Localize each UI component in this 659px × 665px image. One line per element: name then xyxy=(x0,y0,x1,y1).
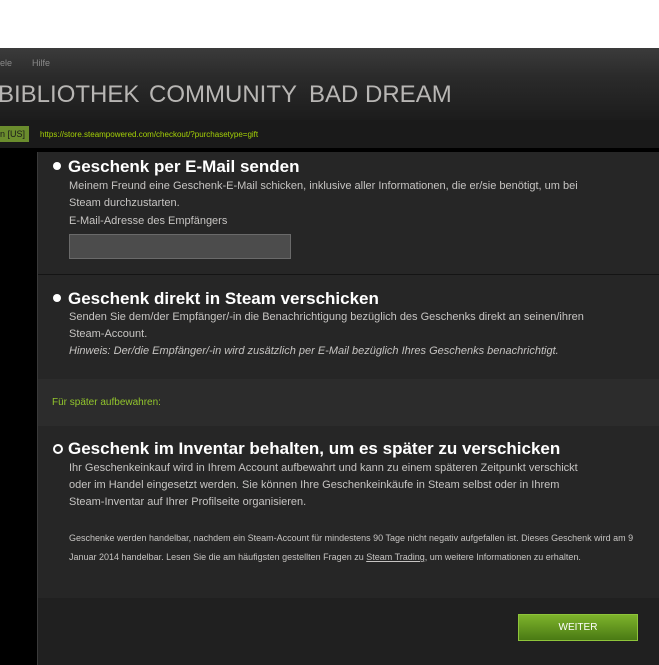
option-inventory-desc-2: oder im Handel eingesetzt werden. Sie kö… xyxy=(69,479,560,491)
nav-username[interactable]: BAD DREAM xyxy=(309,81,452,109)
steam-trading-link[interactable]: Steam Trading xyxy=(366,552,425,562)
option-inventory-desc-1: Ihr Geschenkeinkauf wird in Ihrem Accoun… xyxy=(69,462,578,474)
url-text: https://store.steampowered.com/checkout/… xyxy=(40,130,259,139)
radio-direct[interactable] xyxy=(53,294,61,302)
language-badge[interactable]: n [US] xyxy=(0,126,30,142)
option-email-section: Geschenk per E-Mail senden Meinem Freund… xyxy=(38,152,659,275)
option-direct-section: Geschenk direkt in Steam verschicken Sen… xyxy=(38,275,659,379)
footer-bar: WEITER xyxy=(38,598,659,665)
option-direct-desc-1: Senden Sie dem/der Empfänger/-in die Ben… xyxy=(69,311,584,323)
radio-inventory[interactable] xyxy=(53,444,63,454)
nav-library[interactable]: BIBLIOTHEK xyxy=(0,81,139,109)
option-email-desc-1: Meinem Freund eine Geschenk-E-Mail schic… xyxy=(69,180,578,192)
radio-email[interactable] xyxy=(53,162,61,170)
save-for-later-header: Für später aufbewahren: xyxy=(38,379,659,426)
option-email-desc-2: Steam durchzustarten. xyxy=(69,197,180,209)
option-email-heading[interactable]: Geschenk per E-Mail senden xyxy=(68,157,299,177)
nav-community[interactable]: COMMUNITY xyxy=(149,81,297,109)
url-bar: n [US] https://store.steampowered.com/ch… xyxy=(0,120,659,148)
option-direct-hint: Hinweis: Der/die Empfänger/-in wird zusä… xyxy=(69,345,559,357)
recipient-email-input[interactable] xyxy=(69,234,291,259)
gift-options-panel: Geschenk per E-Mail senden Meinem Freund… xyxy=(37,152,659,665)
continue-button[interactable]: WEITER xyxy=(518,614,638,641)
option-inventory-desc-3: Steam-Inventar auf Ihrer Profilseite org… xyxy=(69,496,307,508)
menu-item-hilfe[interactable]: Hilfe xyxy=(32,58,50,68)
tradable-note: Geschenke werden handelbar, nachdem ein … xyxy=(69,529,659,567)
tradable-note-end: , um weitere Informationen zu erhalten. xyxy=(424,552,581,562)
main-nav: BIBLIOTHEK COMMUNITY BAD DREAM xyxy=(0,76,659,120)
recipient-email-label: E-Mail-Adresse des Empfängers xyxy=(69,215,228,227)
option-direct-desc-2: Steam-Account. xyxy=(69,328,148,340)
option-inventory-heading[interactable]: Geschenk im Inventar behalten, um es spä… xyxy=(68,439,560,459)
menu-item-spiele[interactable]: iele xyxy=(0,58,12,68)
steam-window: iele Hilfe BIBLIOTHEK COMMUNITY BAD DREA… xyxy=(0,48,659,665)
option-inventory-section: Geschenk im Inventar behalten, um es spä… xyxy=(38,426,659,598)
option-direct-heading[interactable]: Geschenk direkt in Steam verschicken xyxy=(68,289,379,309)
save-for-later-label: Für später aufbewahren: xyxy=(52,397,161,408)
menu-bar: iele Hilfe xyxy=(0,48,659,76)
